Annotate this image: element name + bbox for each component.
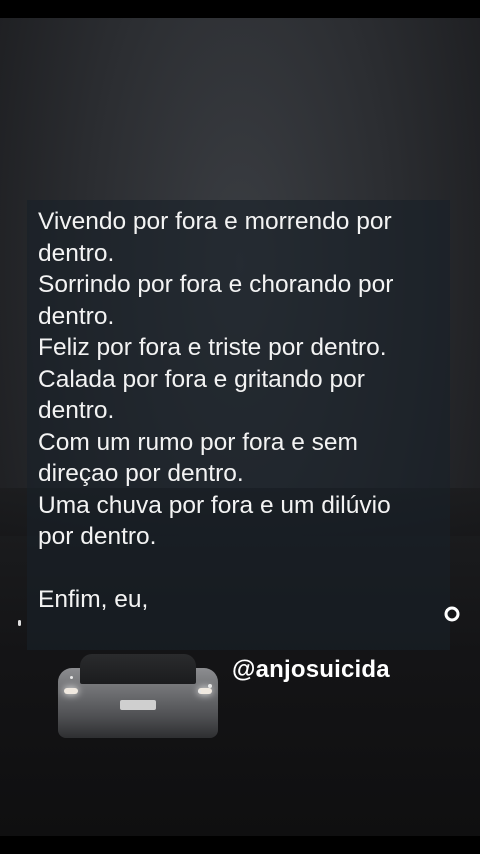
sparkle [198, 690, 201, 693]
car [58, 650, 218, 745]
car-license-plate [120, 700, 156, 710]
poem-line: dentro. [38, 239, 115, 267]
decorative-dot [18, 620, 21, 626]
poem-line: Com um rumo por fora e sem [38, 428, 358, 456]
sparkle [208, 684, 212, 688]
poem-line: direçao por dentro. [38, 460, 244, 487]
poem-text: Vivendo por fora e morrendo por dentro. … [38, 206, 448, 616]
poem-line: Feliz por fora e triste por dentro. [38, 334, 387, 361]
poem-line: Calada por fora e gritando por [38, 365, 365, 393]
poem-line: dentro. [38, 397, 115, 424]
poem-line: Sorrindo por fora e chorando por [38, 271, 394, 298]
sparkle [70, 676, 73, 679]
car-tail-light-left [64, 688, 78, 694]
watermark-handle: @anjosuicida [232, 656, 390, 683]
poem-line: por dentro. [38, 523, 157, 550]
poem-line: Vivendo por fora e morrendo por [38, 208, 392, 235]
loop-icon[interactable] [443, 605, 461, 623]
poem-spacer [38, 553, 448, 585]
car-rear-window [80, 654, 196, 684]
poem-closing: Enfim, eu, [38, 586, 149, 613]
poem-line: Uma chuva por fora e um dilúvio [38, 491, 391, 519]
poem-line: dentro. [38, 302, 115, 330]
video-frame: Vivendo por fora e morrendo por dentro. … [0, 0, 480, 854]
